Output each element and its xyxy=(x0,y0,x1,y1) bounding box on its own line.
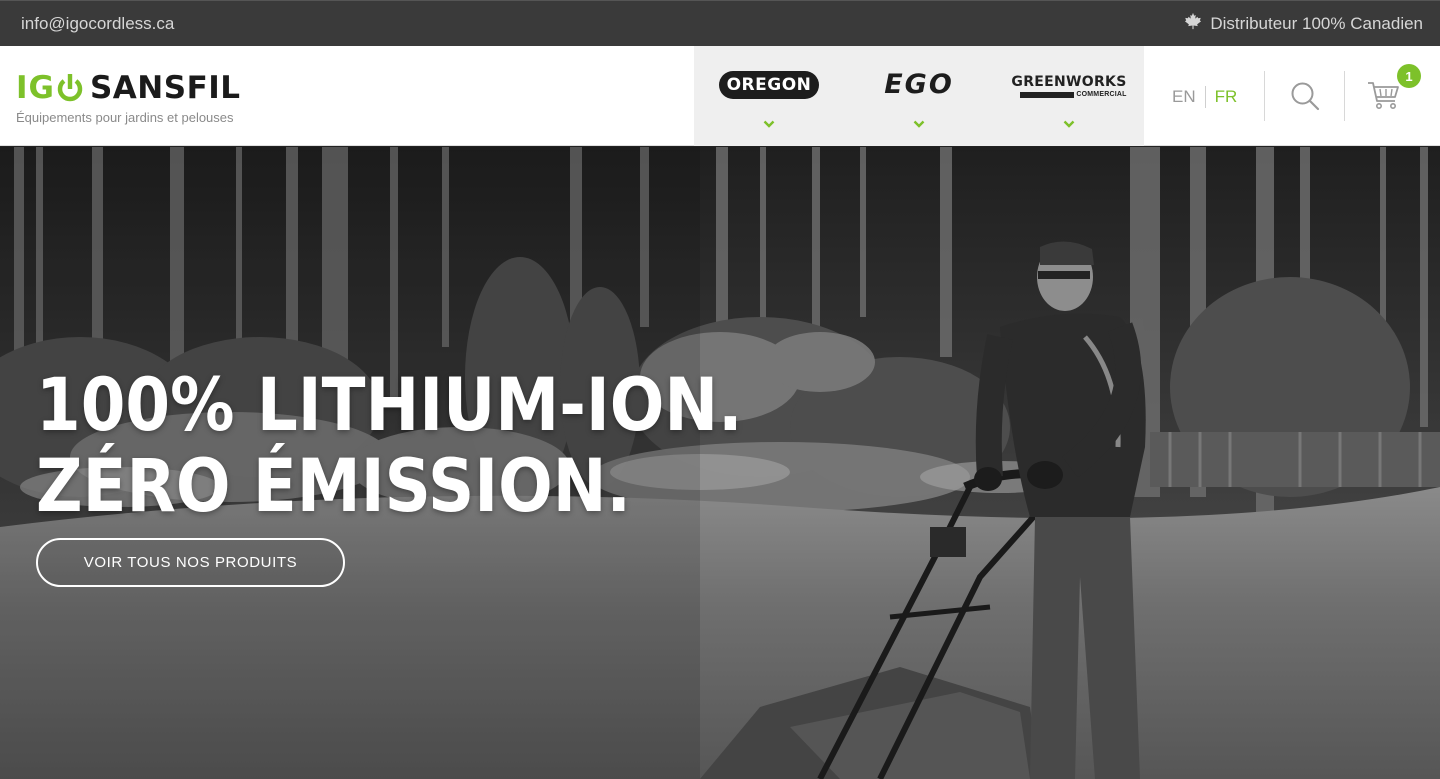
lang-fr-link[interactable]: FR xyxy=(1215,87,1238,107)
brand-logo-wrap: GREENWORKS COMMERCIAL xyxy=(994,46,1144,108)
greenworks-sublabel: COMMERCIAL xyxy=(1076,91,1127,98)
brand-menu: OREGON EGO GREENWORKS COMMERCIAL xyxy=(694,46,1144,146)
cart-icon xyxy=(1368,82,1399,109)
brand-logo-wrap: OREGON xyxy=(694,46,844,108)
greenworks-bar xyxy=(1020,91,1075,98)
logo-wordmark: IG SANSFIL xyxy=(16,70,241,106)
language-switcher: EN FR xyxy=(1172,86,1237,108)
brand-menu-oregon[interactable]: OREGON xyxy=(694,46,844,146)
logo-igo: IG xyxy=(16,70,84,106)
power-icon xyxy=(57,74,83,102)
cart-count-badge: 1 xyxy=(1397,64,1421,88)
hero-headline: 100% LITHIUM-ION. ZÉRO ÉMISSION. xyxy=(36,365,743,527)
search-button[interactable] xyxy=(1290,81,1320,111)
site-header: IG SANSFIL Équipements pour jardins et p… xyxy=(0,46,1440,146)
hero-headline-line2: ZÉRO ÉMISSION. xyxy=(36,444,631,529)
greenworks-sub: COMMERCIAL xyxy=(1020,91,1126,98)
search-icon xyxy=(1291,82,1320,111)
distributor-note: Distributeur 100% Canadien xyxy=(1184,12,1423,35)
chevron-down-icon xyxy=(913,120,925,128)
top-bar: info@igocordless.ca Distributeur 100% Ca… xyxy=(0,0,1440,46)
distributor-text: Distributeur 100% Canadien xyxy=(1210,13,1423,33)
oregon-logo: OREGON xyxy=(719,71,819,99)
contact-email-link[interactable]: info@igocordless.ca xyxy=(21,14,174,34)
brand-menu-greenworks[interactable]: GREENWORKS COMMERCIAL xyxy=(994,46,1144,146)
lang-separator xyxy=(1204,86,1206,108)
chevron-down-icon xyxy=(763,120,775,128)
site-logo[interactable]: IG SANSFIL Équipements pour jardins et p… xyxy=(16,70,241,125)
header-divider xyxy=(1344,71,1345,121)
hero-headline-line1: 100% LITHIUM-ION. xyxy=(36,363,743,448)
view-all-products-button[interactable]: VOIR TOUS NOS PRODUITS xyxy=(36,538,345,587)
greenworks-logo: GREENWORKS COMMERCIAL xyxy=(1011,74,1127,99)
ego-logo: EGO xyxy=(884,69,954,100)
cart-button[interactable] xyxy=(1367,80,1401,110)
brand-menu-ego[interactable]: EGO xyxy=(844,46,994,146)
logo-igo-text: IG xyxy=(16,70,55,106)
logo-tagline: Équipements pour jardins et pelouses xyxy=(16,110,234,125)
hero-banner: 100% LITHIUM-ION. ZÉRO ÉMISSION. VOIR TO… xyxy=(0,147,1440,779)
chevron-down-icon xyxy=(1063,120,1075,128)
header-divider xyxy=(1264,71,1265,121)
maple-leaf-icon xyxy=(1184,12,1202,35)
greenworks-logo-text: GREENWORKS xyxy=(1011,74,1127,90)
lang-en-link[interactable]: EN xyxy=(1172,87,1196,107)
logo-sansfil: SANSFIL xyxy=(89,70,241,106)
brand-logo-wrap: EGO xyxy=(844,46,994,108)
